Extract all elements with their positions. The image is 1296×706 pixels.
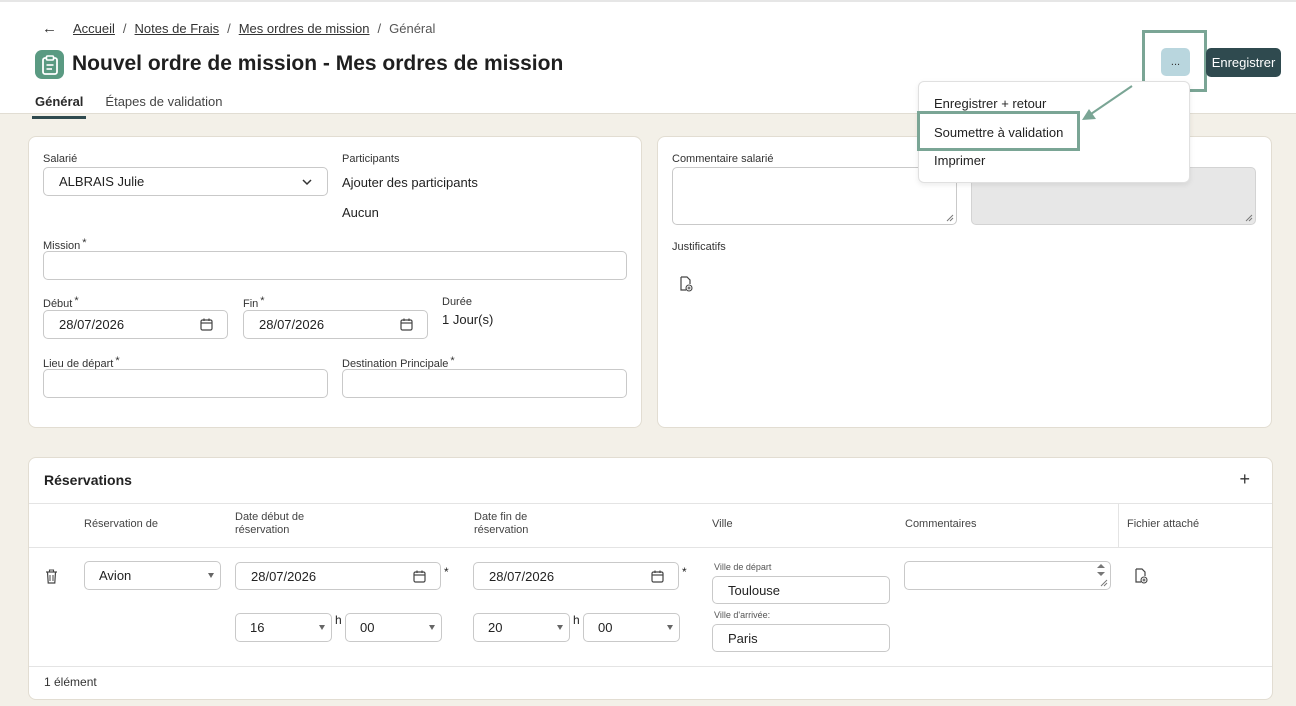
commentaire-label: Commentaire salarié — [672, 153, 774, 165]
required-mark: * — [682, 565, 687, 579]
caret-down-icon — [319, 625, 325, 630]
debut-value: 28/07/2026 — [59, 317, 125, 332]
breadcrumb-link-notes-de-frais[interactable]: Notes de Frais — [135, 21, 220, 36]
start-minute-select[interactable]: 00 — [345, 613, 442, 642]
submit-highlight-box — [917, 111, 1080, 151]
fin-label: Fin * — [243, 295, 265, 310]
start-hour-select[interactable]: 16 — [235, 613, 332, 642]
end-hour-select[interactable]: 20 — [473, 613, 570, 642]
end-date-value: 28/07/2026 — [489, 568, 555, 584]
column-header-date-fin: Date fin de réservation — [474, 511, 529, 536]
column-header-reservation: Réservation de — [84, 518, 158, 530]
resize-handle-icon — [1245, 214, 1253, 222]
calendar-icon[interactable] — [651, 570, 664, 583]
participants-value: Aucun — [342, 205, 379, 220]
calendar-icon[interactable] — [413, 570, 426, 583]
save-button[interactable]: Enregistrer — [1206, 48, 1281, 77]
breadcrumb-link-mes-ordres[interactable]: Mes ordres de mission — [239, 21, 370, 36]
ville-depart-label: Ville de départ — [714, 562, 772, 572]
spinner-arrows-icon[interactable] — [1096, 564, 1106, 576]
justificatifs-label: Justificatifs — [672, 241, 726, 253]
tab-etapes-validation[interactable]: Étapes de validation — [102, 92, 225, 119]
column-header-ville: Ville — [712, 518, 733, 530]
reservation-type-select[interactable]: Avion — [84, 561, 221, 590]
pointer-arrow-icon — [1082, 85, 1133, 120]
end-minute-select[interactable]: 00 — [583, 613, 680, 642]
ville-arrivee-input[interactable]: Paris — [712, 624, 890, 652]
breadcrumb-current: Général — [389, 21, 436, 36]
back-arrow-icon[interactable]: ← — [42, 20, 57, 37]
duree-value: 1 Jour(s) — [442, 312, 494, 327]
tab-bar: Général Étapes de validation — [32, 92, 242, 119]
resize-handle-icon[interactable] — [1100, 579, 1108, 587]
chevron-down-icon — [302, 179, 312, 186]
trash-icon[interactable] — [45, 569, 58, 584]
ville-depart-input[interactable]: Toulouse — [712, 576, 890, 604]
column-header-commentaires: Commentaires — [905, 518, 977, 530]
start-minute-value: 00 — [360, 620, 375, 635]
clipboard-icon — [35, 50, 64, 79]
reservation-type-value: Avion — [99, 568, 132, 583]
caret-down-icon — [429, 625, 435, 630]
add-reservation-button[interactable]: + — [1239, 469, 1250, 490]
end-hour-value: 20 — [488, 620, 503, 635]
reservations-card: Réservations + Réservation de Date début… — [28, 457, 1273, 700]
add-participants-link[interactable]: Ajouter des participants — [342, 175, 478, 190]
lieu-depart-input[interactable] — [43, 369, 328, 398]
fin-value: 28/07/2026 — [259, 317, 325, 332]
duree-label: Durée — [442, 296, 472, 308]
more-actions-button[interactable]: ... — [1161, 48, 1190, 76]
attach-file-icon[interactable] — [1133, 568, 1149, 584]
reservations-title: Réservations — [44, 472, 132, 488]
start-date-field[interactable]: 28/07/2026 — [235, 562, 441, 590]
calendar-icon[interactable] — [200, 318, 213, 331]
column-header-date-debut: Date début de réservation — [235, 511, 305, 536]
end-minute-value: 00 — [598, 620, 613, 635]
start-hour-value: 16 — [250, 620, 265, 635]
salarie-value: ALBRAIS Julie — [59, 174, 145, 189]
salarie-select[interactable]: ALBRAIS Julie — [43, 167, 328, 196]
mission-label: Mission * — [43, 237, 87, 252]
resize-handle-icon[interactable] — [946, 214, 954, 222]
mission-form-card: Salarié ALBRAIS Julie Participants Ajout… — [28, 136, 642, 428]
end-date-field[interactable]: 28/07/2026 — [473, 562, 679, 590]
menu-item-print[interactable]: Imprimer — [934, 153, 985, 168]
fin-date-field[interactable]: 28/07/2026 — [243, 310, 428, 339]
menu-item-save-return[interactable]: Enregistrer + retour — [934, 96, 1046, 111]
debut-label: Début * — [43, 295, 79, 310]
breadcrumb-link-accueil[interactable]: Accueil — [73, 21, 115, 36]
commentaire-textarea[interactable] — [672, 167, 957, 225]
page-title: Nouvel ordre de mission - Mes ordres de … — [72, 52, 564, 75]
hour-separator: h — [335, 613, 342, 627]
caret-down-icon — [557, 625, 563, 630]
caret-down-icon — [667, 625, 673, 630]
attach-file-icon[interactable] — [678, 276, 694, 292]
participants-label: Participants — [342, 153, 400, 165]
hour-separator: h — [573, 613, 580, 627]
required-mark: * — [444, 565, 449, 579]
tab-general[interactable]: Général — [32, 92, 87, 119]
start-date-value: 28/07/2026 — [251, 568, 317, 584]
ville-arrivee-label: Ville d'arrivée: — [714, 610, 771, 620]
commentaires-textarea[interactable] — [904, 561, 1111, 590]
item-count: 1 élément — [44, 675, 97, 689]
salarie-label: Salarié — [43, 153, 78, 165]
lieu-depart-label: Lieu de départ * — [43, 355, 120, 370]
debut-date-field[interactable]: 28/07/2026 — [43, 310, 228, 339]
column-header-fichier: Fichier attaché — [1127, 518, 1200, 530]
destination-input[interactable] — [342, 369, 627, 398]
mission-input[interactable] — [43, 251, 627, 280]
caret-down-icon — [208, 573, 214, 578]
calendar-icon[interactable] — [400, 318, 413, 331]
breadcrumb: ← Accueil / Notes de Frais / Mes ordres … — [42, 20, 436, 37]
destination-label: Destination Principale * — [342, 355, 455, 370]
